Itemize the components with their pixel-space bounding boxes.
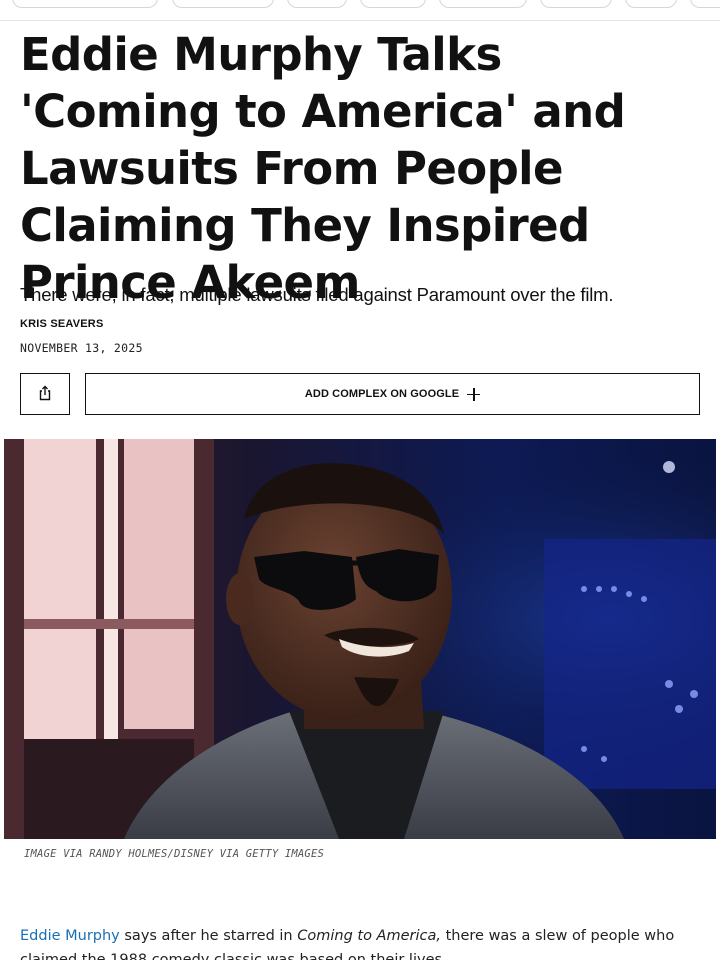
share-icon — [38, 385, 52, 404]
article-dek: There were, in fact, multiple lawsuits f… — [20, 284, 614, 305]
tag-chip[interactable] — [540, 0, 612, 8]
tag-chip[interactable] — [287, 0, 347, 8]
tag-chip[interactable] — [12, 0, 158, 8]
movie-title: Coming to America, — [297, 928, 441, 944]
article-headline: Eddie Murphy Talks 'Coming to America' a… — [20, 28, 626, 309]
divider — [0, 20, 720, 21]
google-button-label: ADD COMPLEX ON GOOGLE — [304, 388, 460, 400]
tag-chip[interactable] — [360, 0, 426, 8]
share-button[interactable] — [20, 373, 70, 415]
article-body-paragraph: Eddie Murphy says after he starred in Co… — [20, 924, 700, 960]
image-caption: IMAGE VIA RANDY HOLMES/DISNEY VIA GETTY … — [24, 848, 324, 860]
eddie-murphy-link[interactable]: Eddie Murphy — [20, 928, 120, 944]
publish-date: NOVEMBER 13, 2025 — [20, 341, 143, 355]
tag-chip[interactable] — [439, 0, 527, 8]
body-text-span: claimed the 1988 comedy classic was base… — [20, 952, 447, 960]
author-byline[interactable]: KRIS SEAVERS — [20, 318, 104, 330]
add-complex-on-google-button[interactable]: ADD COMPLEX ON GOOGLE — [85, 373, 700, 415]
tag-chip[interactable] — [625, 0, 677, 8]
plus-icon — [467, 387, 481, 401]
tag-chip[interactable] — [690, 0, 720, 8]
body-text-span: there was a slew of people who — [440, 928, 675, 944]
hero-image — [4, 439, 716, 839]
body-text-span: says after he starred in — [119, 928, 298, 944]
top-tag-row — [0, 0, 720, 10]
tag-chip[interactable] — [172, 0, 274, 8]
